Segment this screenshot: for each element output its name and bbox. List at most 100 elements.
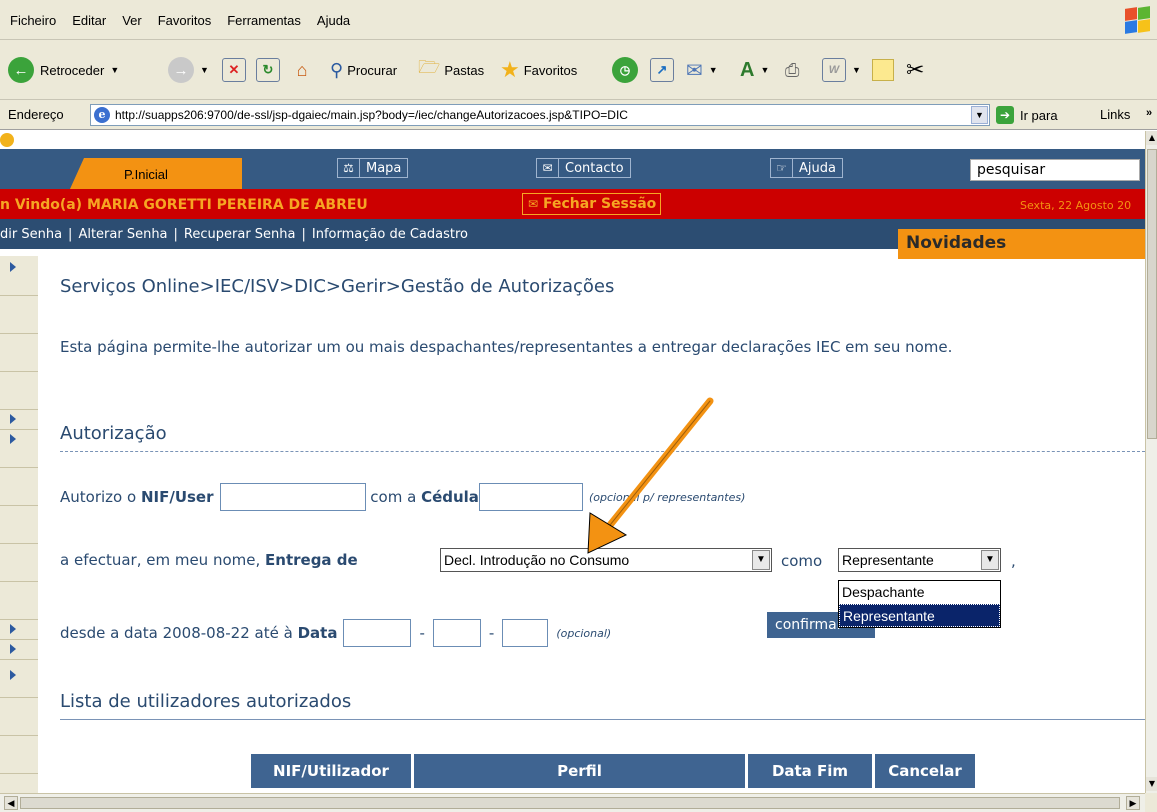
chevron-down-icon: ▼ [981,550,999,570]
vertical-scrollbar[interactable]: ▲ ▼ [1145,131,1157,793]
mail-icon: ✉ [686,59,703,82]
menu-favoritos[interactable]: Favoritos [150,13,219,28]
nif-prefix: Autorizo o [60,488,137,506]
menu-ajuda[interactable]: Ajuda [309,13,358,28]
discuss-button[interactable] [872,40,894,100]
breadcrumb: Serviços Online>IEC/ISV>DIC>Gerir>Gestão… [60,276,615,297]
scroll-down-icon[interactable]: ▼ [1146,777,1157,791]
chevron-down-icon: ▼ [708,65,718,75]
note-icon [872,59,894,81]
chevron-down-icon: ▼ [852,65,861,75]
chevron-down-icon: ▼ [200,65,209,75]
role-select[interactable]: Representante ▼ [838,548,1001,572]
mail-button[interactable]: ✉ ▼ [686,40,718,100]
word-icon: W [822,58,846,82]
address-label: Endereço [8,107,64,122]
scroll-up-icon[interactable]: ▲ [1146,131,1157,145]
nif-label: NIF/User [140,488,214,506]
menu-ferramentas[interactable]: Ferramentas [219,13,309,28]
entrega-label: Entrega de [265,551,358,569]
entrega-row: a efectuar, em meu nome, Entrega de [60,551,358,569]
folder-icon: 🗁 [418,57,441,77]
scroll-left-icon[interactable]: ◀ [4,796,18,810]
col-cancelar: Cancelar [875,754,975,788]
history-icon: ◷ [612,57,638,83]
back-button[interactable]: ← Retroceder ▼ [8,40,119,100]
back-label: Retroceder [40,62,105,78]
windows-logo-icon [1123,6,1151,34]
address-input[interactable]: e http://suapps206:9700/de-ssl/jsp-dgaie… [90,104,990,126]
date-separator: - [419,624,425,642]
forward-button[interactable]: → ▼ [168,40,209,100]
search-button[interactable]: ⚲ Procurar [330,40,397,100]
data-row: desde a data 2008-08-22 até à Data - - (… [60,619,611,647]
date-month-input[interactable] [432,619,481,647]
home-button[interactable]: ⌂ [290,40,314,100]
annotation-arrow-icon [587,397,714,554]
date-separator: - [488,624,495,642]
como-label: como [781,552,823,570]
role-options-list: Despachante Representante [838,580,1001,628]
folders-label: Pastas [444,62,485,78]
history-button[interactable]: ◷ [612,40,638,100]
folders-button[interactable]: 🗁 Pastas [418,40,484,100]
cedula-prefix: com a [370,488,417,506]
menu-ver[interactable]: Ver [114,13,150,28]
entrega-prefix: a efectuar, em meu nome, [60,551,261,569]
links-overflow-icon[interactable]: » [1146,107,1152,119]
col-data-fim: Data Fim [748,754,872,788]
go-label: Ir para [1020,107,1058,123]
horizontal-scrollbar[interactable]: ◀ ▶ [0,793,1145,812]
refresh-icon: ↻ [256,58,280,82]
refresh-button[interactable]: ↻ [256,40,280,100]
print-button[interactable]: ⎙ [785,40,799,100]
standard-toolbar: ← Retroceder ▼ → ▼ ✕ ↻ ⌂ ⚲ Procurar 🗁 Pa… [0,40,1157,109]
chevron-down-icon: ▼ [752,550,770,570]
scroll-right-icon[interactable]: ▶ [1126,796,1140,810]
window-icon: ↗ [650,58,674,82]
role-option-representante[interactable]: Representante [839,604,1000,627]
col-perfil: Perfil [414,754,745,788]
font-size-icon: A [740,58,755,81]
forward-arrow-icon: → [168,57,194,83]
horizontal-scroll-thumb[interactable] [20,797,1120,809]
home-icon: ⌂ [296,59,308,80]
section-divider [60,719,1145,720]
stop-icon: ✕ [222,58,246,82]
menu-ficheiro[interactable]: Ficheiro [0,13,64,28]
stop-button[interactable]: ✕ [222,40,246,100]
menu-editar[interactable]: Editar [64,13,114,28]
font-size-button[interactable]: A ▼ [740,40,769,100]
page-icon: e [94,107,110,123]
menu-bar: Ficheiro Editar Ver Favoritos Ferramenta… [0,0,1157,40]
cedula-label: Cédula [421,488,479,506]
data-label: Data [297,624,338,642]
date-day-input[interactable] [502,619,549,647]
date-note: (opcional) [556,626,612,640]
address-bar: Endereço e http://suapps206:9700/de-ssl/… [0,100,1157,130]
data-prefix: desde a data 2008-08-22 até à [60,624,293,642]
print-icon: ⎙ [785,59,800,80]
star-icon: ★ [500,57,520,82]
scroll-corner [1145,793,1157,812]
chevron-down-icon: ▼ [760,65,770,75]
vertical-scroll-thumb[interactable] [1147,149,1157,439]
role-option-despachante[interactable]: Despachante [839,581,1000,604]
search-label: Procurar [347,62,398,78]
date-year-input[interactable] [343,619,412,647]
favorites-label: Favoritos [523,62,578,78]
go-button[interactable]: ➔ Ir para [996,104,1058,126]
go-arrow-icon: ➔ [996,106,1014,124]
fullscreen-button[interactable]: ↗ [650,40,674,100]
row-comma: , [1011,552,1016,570]
section-autorizacao: Autorização [60,423,167,444]
nif-input[interactable] [219,483,366,511]
back-arrow-icon: ← [8,57,34,83]
section-lista: Lista de utilizadores autorizados [60,691,352,712]
scissors-icon: ✂ [906,57,925,82]
chevron-down-icon[interactable]: ▼ [971,106,988,124]
favorites-button[interactable]: ★ Favoritos [500,40,577,100]
edit-button[interactable]: W ▼ [822,40,861,100]
cut-button[interactable]: ✂ [906,40,924,100]
links-button[interactable]: Links [1100,107,1130,122]
